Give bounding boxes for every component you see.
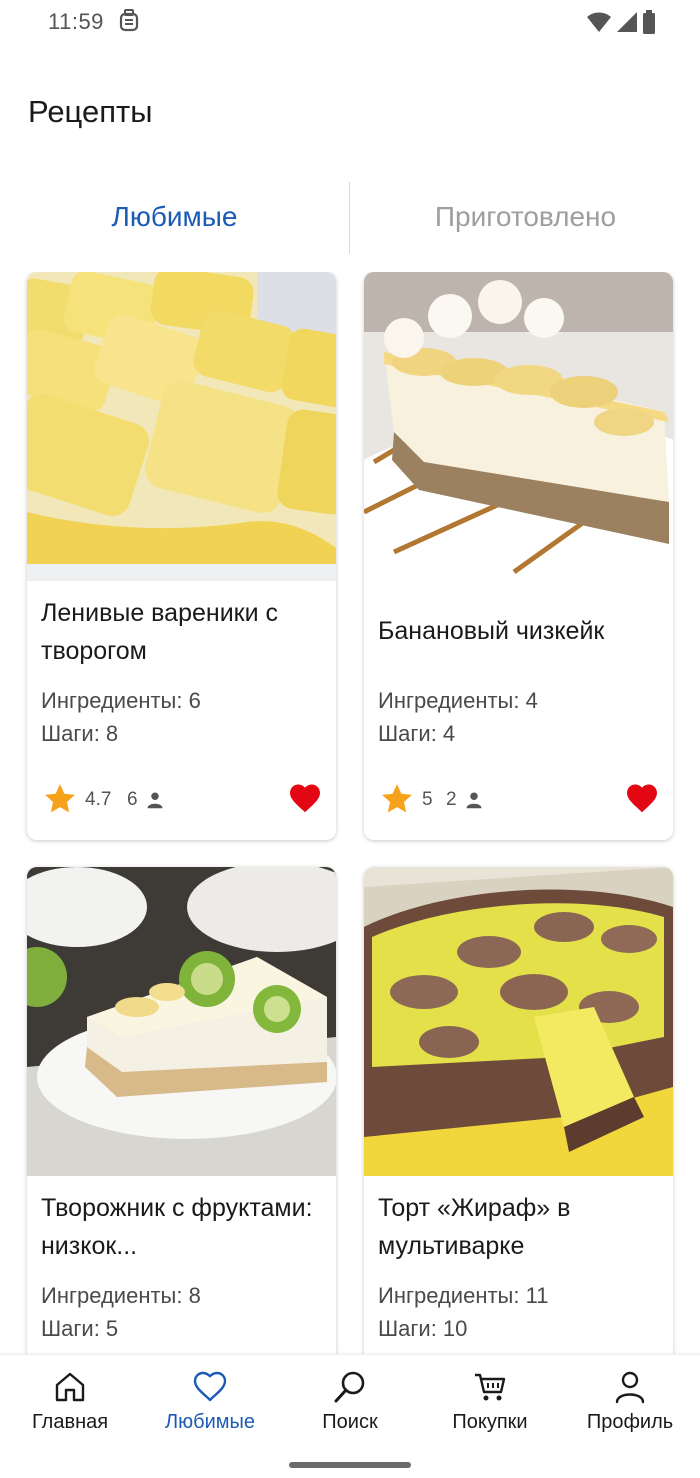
nav-label: Любимые: [165, 1411, 255, 1433]
recipe-photo: [27, 272, 336, 581]
recipe-title: Творожник с фруктами: низкок...: [41, 1194, 313, 1260]
ingredients-count: Ингредиенты: 4: [378, 688, 538, 713]
nav-shopping[interactable]: Покупки: [420, 1369, 560, 1439]
tab-divider: [349, 182, 350, 254]
page-title: Рецепты: [28, 94, 153, 129]
person-icon: [466, 792, 482, 809]
ingredients-count: Ингредиенты: 6: [41, 688, 201, 713]
signal-icon: [617, 12, 637, 32]
wifi-icon: [587, 12, 611, 32]
recipe-title: Банановый чизкейк: [378, 617, 605, 645]
nav-home[interactable]: Главная: [0, 1369, 140, 1439]
nav-label: Поиск: [322, 1411, 378, 1433]
recipe-card[interactable]: Торт «Жираф» в мультиварке Ингредиенты: …: [364, 867, 673, 1354]
recipe-card[interactable]: Ленивые вареники с творогом Ингредиенты:…: [27, 272, 336, 840]
home-indicator[interactable]: [289, 1462, 411, 1468]
recipe-meta: Ингредиенты: 6 Шаги: 8: [41, 684, 201, 750]
recipe-title: Торт «Жираф» в мультиварке: [378, 1194, 571, 1260]
nav-label: Покупки: [452, 1411, 528, 1433]
people-count: 6: [127, 789, 138, 810]
tab-bar: Любимые Приготовлено: [0, 180, 700, 254]
people-count: 2: [446, 789, 457, 810]
tab-cooked[interactable]: Приготовлено: [351, 180, 700, 254]
recipe-photo: [364, 867, 673, 1176]
favorite-heart-icon[interactable]: [624, 780, 660, 816]
status-icons: [586, 10, 656, 34]
steps-count: Шаги: 5: [41, 1316, 119, 1341]
ingredients-count: Ингредиенты: 11: [378, 1283, 549, 1308]
recipe-card[interactable]: Творожник с фруктами: низкок... Ингредие…: [27, 867, 336, 1354]
recipe-meta: Ингредиенты: 4 Шаги: 4: [378, 684, 538, 750]
ingredients-count: Ингредиенты: 8: [41, 1283, 201, 1308]
recipe-meta: Ингредиенты: 11 Шаги: 10: [378, 1279, 548, 1345]
heart-outline-icon: [193, 1371, 227, 1402]
status-bar: 11:59: [0, 0, 700, 48]
profile-icon: [615, 1371, 645, 1404]
recipe-photo: [27, 867, 336, 1176]
recipe-footer: 4.7 6: [43, 780, 323, 820]
nav-label: Главная: [31, 1411, 109, 1433]
star-icon: [45, 784, 75, 813]
battery-icon: [643, 10, 655, 34]
nav-favorites[interactable]: Любимые: [140, 1369, 280, 1439]
cart-icon: [475, 1373, 506, 1401]
nav-profile[interactable]: Профиль: [560, 1369, 700, 1439]
steps-count: Шаги: 8: [41, 721, 119, 746]
search-icon: [334, 1371, 365, 1403]
favorite-heart-icon[interactable]: [287, 780, 323, 816]
recipe-meta: Ингредиенты: 8 Шаги: 5: [41, 1279, 201, 1345]
rating-value: 5: [422, 789, 433, 810]
notification-icon: [119, 9, 139, 32]
nav-search[interactable]: Поиск: [280, 1369, 420, 1439]
bottom-navigation: Главная Любимые Поиск Покупки Профиль: [0, 1354, 700, 1478]
rating-value: 4.7: [85, 789, 112, 810]
recipe-card[interactable]: Банановый чизкейк Ингредиенты: 4 Шаги: 4…: [364, 272, 673, 840]
status-time: 11:59: [48, 9, 104, 34]
steps-count: Шаги: 10: [378, 1316, 468, 1341]
recipe-footer: 5 2: [380, 780, 660, 820]
star-icon: [382, 784, 412, 813]
tab-favorites[interactable]: Любимые: [0, 180, 349, 254]
recipe-title: Ленивые вареники с творогом: [41, 599, 279, 665]
recipe-grid: Ленивые вареники с творогом Ингредиенты:…: [0, 272, 700, 1354]
steps-count: Шаги: 4: [378, 721, 456, 746]
person-icon: [147, 792, 163, 809]
recipe-photo: [364, 272, 673, 581]
home-icon: [55, 1372, 85, 1402]
nav-label: Профиль: [586, 1411, 674, 1433]
